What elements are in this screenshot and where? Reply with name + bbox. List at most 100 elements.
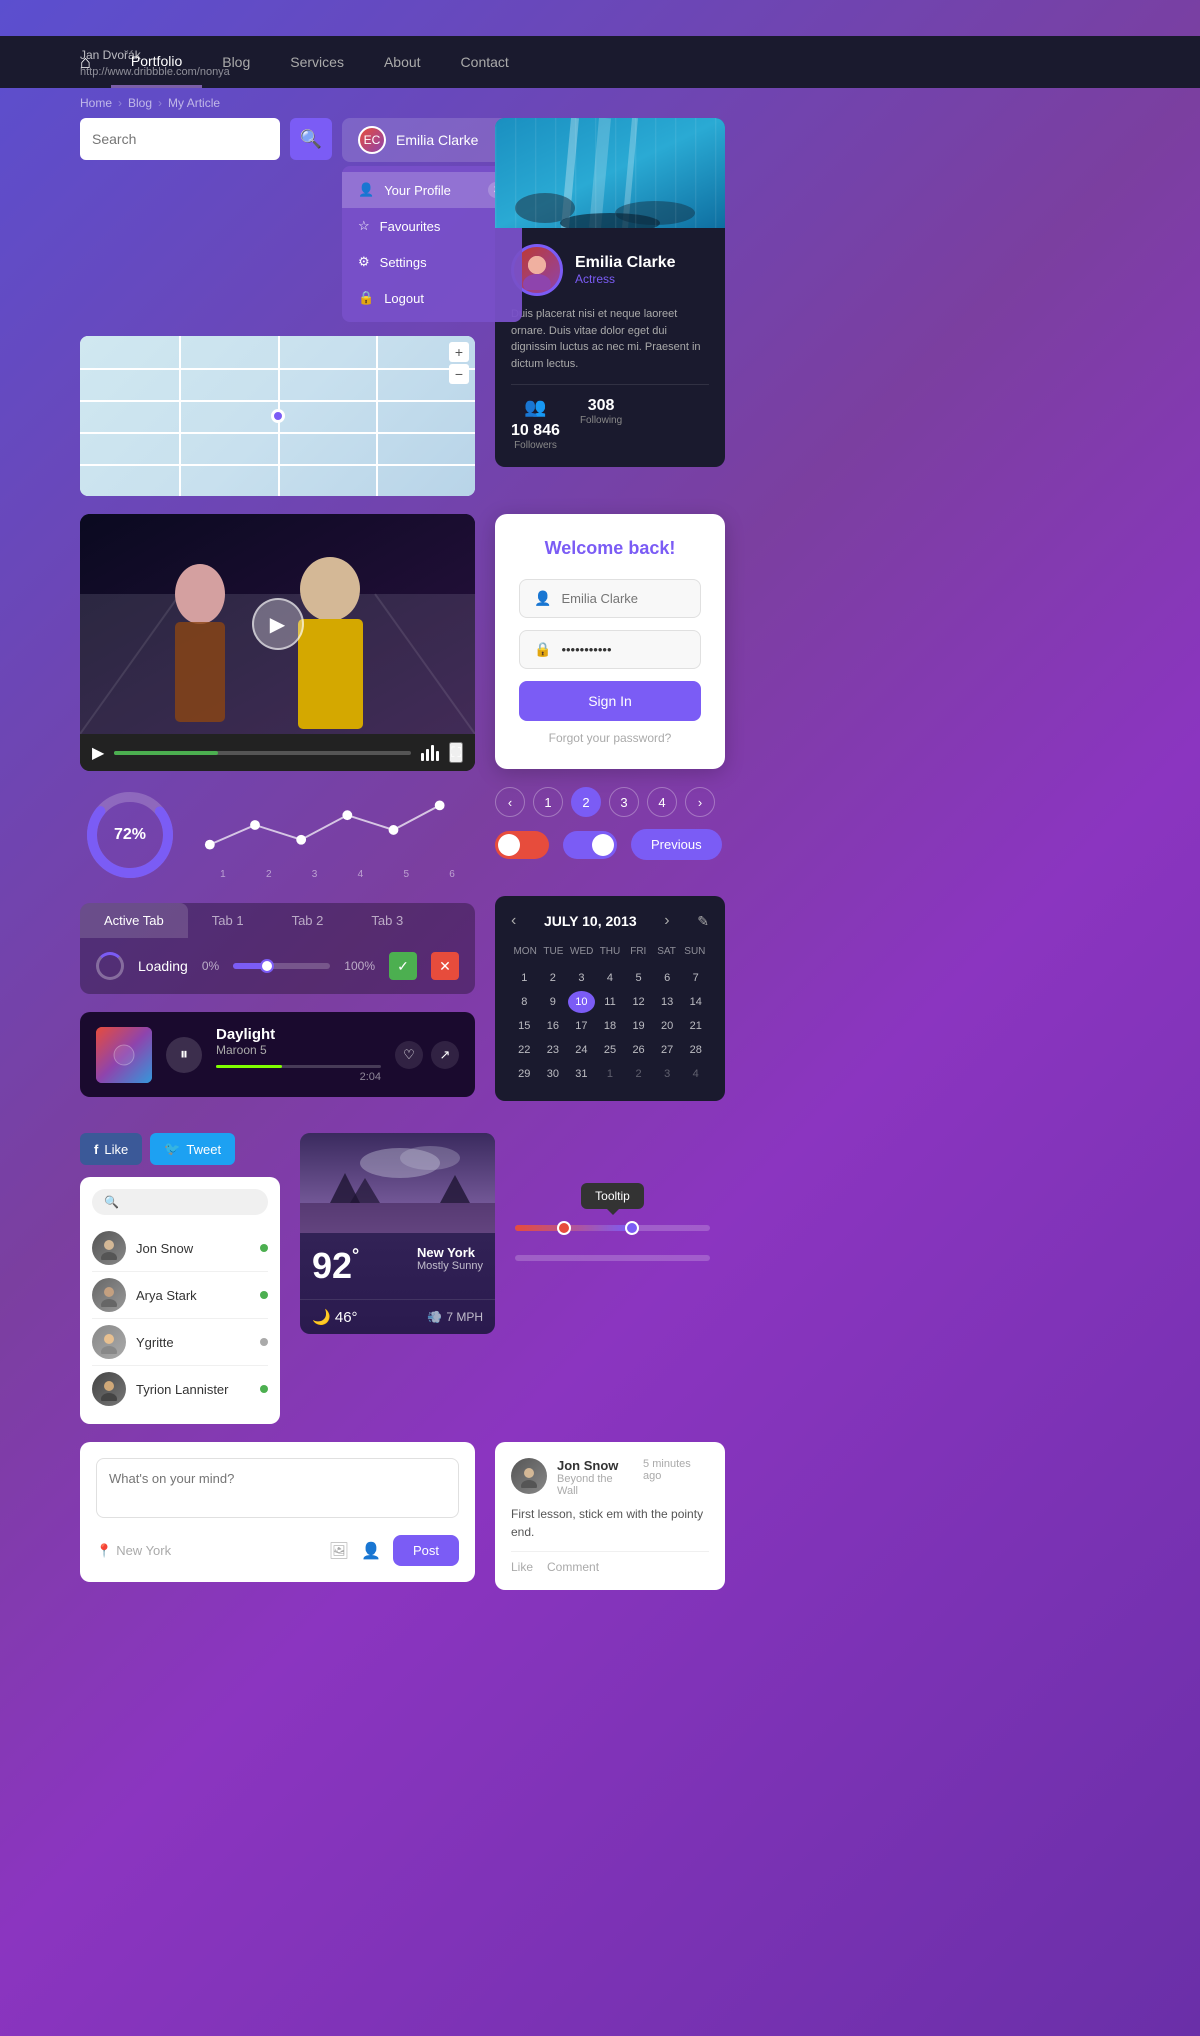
tab-2[interactable]: Tab 2 [268, 903, 348, 938]
cal-cell-23[interactable]: 24 [568, 1039, 595, 1061]
password-input[interactable] [561, 642, 686, 657]
cal-cell-14[interactable]: 15 [511, 1015, 538, 1037]
page-btn-2[interactable]: 2 [571, 787, 601, 817]
user-search-input[interactable] [125, 1195, 256, 1209]
cal-prev-button[interactable]: ‹ [511, 912, 516, 930]
loading-check-button[interactable]: ✓ [389, 952, 417, 980]
cal-cell-18[interactable]: 19 [625, 1015, 652, 1037]
chart-label-1: 1 [220, 869, 226, 880]
cal-next-button[interactable]: › [664, 912, 669, 930]
music-share-button[interactable]: ↗ [431, 1041, 459, 1069]
cal-cell-27[interactable]: 28 [682, 1039, 709, 1061]
forgot-password-link[interactable]: Forgot your password? [519, 731, 701, 745]
breadcrumb-sep1: › [118, 96, 122, 110]
cal-cell-7[interactable]: 8 [511, 991, 538, 1013]
nav-contact[interactable]: Contact [441, 36, 529, 88]
loading-cancel-button[interactable]: ✕ [431, 952, 459, 980]
vol-bar4 [436, 751, 439, 761]
following-count: 308 [588, 397, 615, 415]
comment-reply[interactable]: Comment [547, 1560, 599, 1574]
page-btn-4[interactable]: 4 [647, 787, 677, 817]
slider-thumb-left[interactable] [557, 1221, 571, 1235]
dropdown-settings[interactable]: ⚙ Settings [342, 244, 522, 280]
cal-cell-17[interactable]: 18 [597, 1015, 624, 1037]
slider-1[interactable] [515, 1225, 710, 1231]
video-play-ctrl[interactable]: ▶ [92, 743, 104, 763]
slider-2[interactable] [515, 1255, 710, 1261]
cal-edit-button[interactable]: ✎ [697, 913, 709, 930]
cal-sun: SUN [681, 942, 709, 961]
cal-cell-3[interactable]: 4 [597, 967, 624, 989]
cal-cell-5[interactable]: 6 [654, 967, 681, 989]
loading-bar[interactable] [233, 963, 330, 969]
cal-cell-26[interactable]: 27 [654, 1039, 681, 1061]
cal-cell-31[interactable]: 1 [597, 1063, 624, 1085]
tab-3[interactable]: Tab 3 [347, 903, 427, 938]
post-person-icon[interactable]: 👤 [361, 1541, 381, 1561]
slider-track-1 [515, 1225, 710, 1231]
cal-cell-9[interactable]: 10 [568, 991, 595, 1013]
video-play-button[interactable]: ▶ [252, 598, 304, 650]
username-input[interactable] [561, 591, 686, 606]
slider-thumb-right[interactable] [625, 1221, 639, 1235]
cal-cell-34[interactable]: 4 [682, 1063, 709, 1085]
nav-about[interactable]: About [364, 36, 441, 88]
search-button[interactable]: 🔍 [290, 118, 332, 160]
cal-cell-8[interactable]: 9 [540, 991, 567, 1013]
music-heart-button[interactable]: ♡ [395, 1041, 423, 1069]
cal-cell-10[interactable]: 11 [597, 991, 624, 1013]
search-icon: 🔍 [300, 129, 322, 150]
cal-cell-29[interactable]: 30 [540, 1063, 567, 1085]
comment-card: Jon Snow Beyond the Wall 5 minutes ago F… [495, 1442, 725, 1590]
twitter-tweet-button[interactable]: 🐦 Tweet [150, 1133, 235, 1165]
cal-cell-28[interactable]: 29 [511, 1063, 538, 1085]
post-input[interactable] [96, 1458, 459, 1518]
cal-cell-11[interactable]: 12 [625, 991, 652, 1013]
cal-cell-25[interactable]: 26 [625, 1039, 652, 1061]
nav-services[interactable]: Services [270, 36, 364, 88]
breadcrumb-home[interactable]: Home [80, 96, 112, 110]
toggle-off[interactable] [495, 831, 549, 859]
tab-1[interactable]: Tab 1 [188, 903, 268, 938]
fullscreen-button[interactable]: ⛶ [449, 742, 463, 763]
tab-active[interactable]: Active Tab [80, 903, 188, 938]
cal-cell-12[interactable]: 13 [654, 991, 681, 1013]
cal-cell-13[interactable]: 14 [682, 991, 709, 1013]
facebook-like-button[interactable]: f Like [80, 1133, 142, 1165]
cal-cell-21[interactable]: 22 [511, 1039, 538, 1061]
cal-cell-20[interactable]: 21 [682, 1015, 709, 1037]
page-next-arrow[interactable]: › [685, 787, 715, 817]
music-pause-button[interactable]: ⏸ [166, 1037, 202, 1073]
page-btn-1[interactable]: 1 [533, 787, 563, 817]
cal-cell-4[interactable]: 5 [625, 967, 652, 989]
cal-cell-16[interactable]: 17 [568, 1015, 595, 1037]
dropdown-logout[interactable]: 🔒 Logout [342, 280, 522, 316]
comment-like[interactable]: Like [511, 1560, 533, 1574]
map-zoom-in[interactable]: + [449, 342, 469, 362]
search-input[interactable] [92, 131, 268, 147]
cal-cell-33[interactable]: 3 [654, 1063, 681, 1085]
music-progress-bar[interactable] [216, 1065, 381, 1068]
cal-cell-19[interactable]: 20 [654, 1015, 681, 1037]
cal-cell-30[interactable]: 31 [568, 1063, 595, 1085]
map-zoom-out[interactable]: − [449, 364, 469, 384]
video-progress-bar[interactable] [114, 751, 411, 755]
previous-button[interactable]: Previous [631, 829, 722, 860]
breadcrumb-blog[interactable]: Blog [128, 96, 152, 110]
cal-cell-0[interactable]: 1 [511, 967, 538, 989]
cal-cell-32[interactable]: 2 [625, 1063, 652, 1085]
post-image-icon[interactable]: 🖼 [329, 1541, 349, 1561]
toggle-on[interactable] [563, 831, 617, 859]
sign-in-button[interactable]: Sign In [519, 681, 701, 721]
album-art [96, 1027, 152, 1083]
post-button[interactable]: Post [393, 1535, 459, 1566]
cal-cell-6[interactable]: 7 [682, 967, 709, 989]
cal-cell-22[interactable]: 23 [540, 1039, 567, 1061]
cal-cell-2[interactable]: 3 [568, 967, 595, 989]
cal-cell-1[interactable]: 2 [540, 967, 567, 989]
map-placeholder: + − [80, 336, 475, 496]
cal-cell-15[interactable]: 16 [540, 1015, 567, 1037]
page-prev-arrow[interactable]: ‹ [495, 787, 525, 817]
page-btn-3[interactable]: 3 [609, 787, 639, 817]
cal-cell-24[interactable]: 25 [597, 1039, 624, 1061]
